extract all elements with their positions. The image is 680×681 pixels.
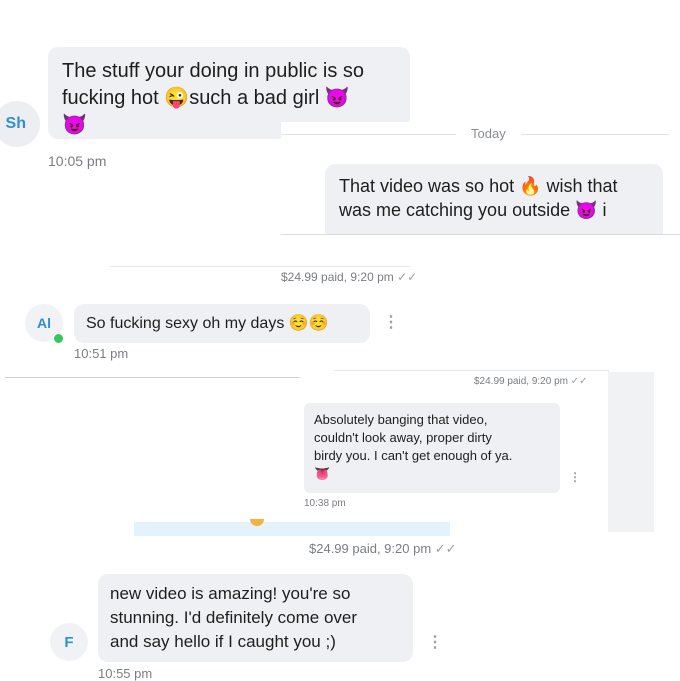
chat3-incoming-text: new video is amazing! you're so stunning…	[110, 584, 358, 651]
chat1-timestamp: 10:05 pm	[48, 153, 107, 169]
chat2-reply-text: Absolutely banging that video, couldn't …	[314, 412, 513, 481]
date-divider-line-right	[521, 134, 669, 135]
chat2-more-menu-icon[interactable]: ⋮	[383, 312, 399, 332]
chat1-outgoing-bubble: That video was so hot 🔥 wish that was me…	[325, 164, 663, 234]
chat2-reply-timestamp: 10:38 pm	[304, 498, 346, 509]
reply-card-top-line	[334, 370, 608, 371]
chat2-paid-text-bottom: $24.99 paid, 9:20 pm	[309, 541, 432, 556]
chat3-more-menu-icon[interactable]: ⋮	[427, 632, 443, 652]
chat1-paid-status: $24.99 paid, 9:20 pm ✓✓	[281, 270, 417, 284]
chat1-outgoing-text: That video was so hot 🔥 wish that was me…	[339, 176, 618, 220]
partial-blue-bubble	[134, 522, 450, 536]
chat3-avatar[interactable]: F	[50, 623, 88, 661]
separator-line	[110, 266, 410, 267]
chat2-divider	[5, 377, 307, 378]
chat2-paid-text-top: $24.99 paid, 9:20 pm	[474, 376, 568, 387]
chat2-paid-status-top: $24.99 paid, 9:20 pm ✓✓	[474, 376, 588, 387]
chat2-paid-status-bottom: $24.99 paid, 9:20 pm ✓✓	[309, 541, 457, 557]
chat2-incoming-text: So fucking sexy oh my days ☺️☺️	[86, 315, 329, 332]
chat3-timestamp: 10:55 pm	[98, 666, 153, 681]
chat2-incoming-bubble: So fucking sexy oh my days ☺️☺️	[74, 304, 370, 343]
double-check-icon: ✓✓	[397, 270, 418, 284]
chat2-timestamp: 10:51 pm	[74, 346, 129, 361]
date-divider-label: Today	[471, 126, 506, 141]
online-status-dot	[53, 333, 64, 344]
date-divider-line-left	[281, 134, 456, 135]
chat1-paid-text: $24.99 paid, 9:20 pm	[281, 270, 394, 284]
double-check-icon: ✓✓	[570, 376, 588, 387]
chat2-reply-more-icon[interactable]: ⋮	[569, 470, 581, 484]
chat1-avatar[interactable]: Sh	[0, 101, 40, 147]
chat1-outgoing-card: Today That video was so hot 🔥 wish that …	[281, 122, 680, 235]
gray-side-panel	[608, 372, 654, 532]
double-check-icon: ✓✓	[434, 541, 457, 556]
chat2-reply-card: $24.99 paid, 9:20 pm ✓✓ Absolutely bangi…	[300, 370, 609, 522]
chat2-reply-bubble: Absolutely banging that video, couldn't …	[304, 403, 560, 493]
chat3-incoming-bubble: new video is amazing! you're so stunning…	[98, 574, 413, 662]
